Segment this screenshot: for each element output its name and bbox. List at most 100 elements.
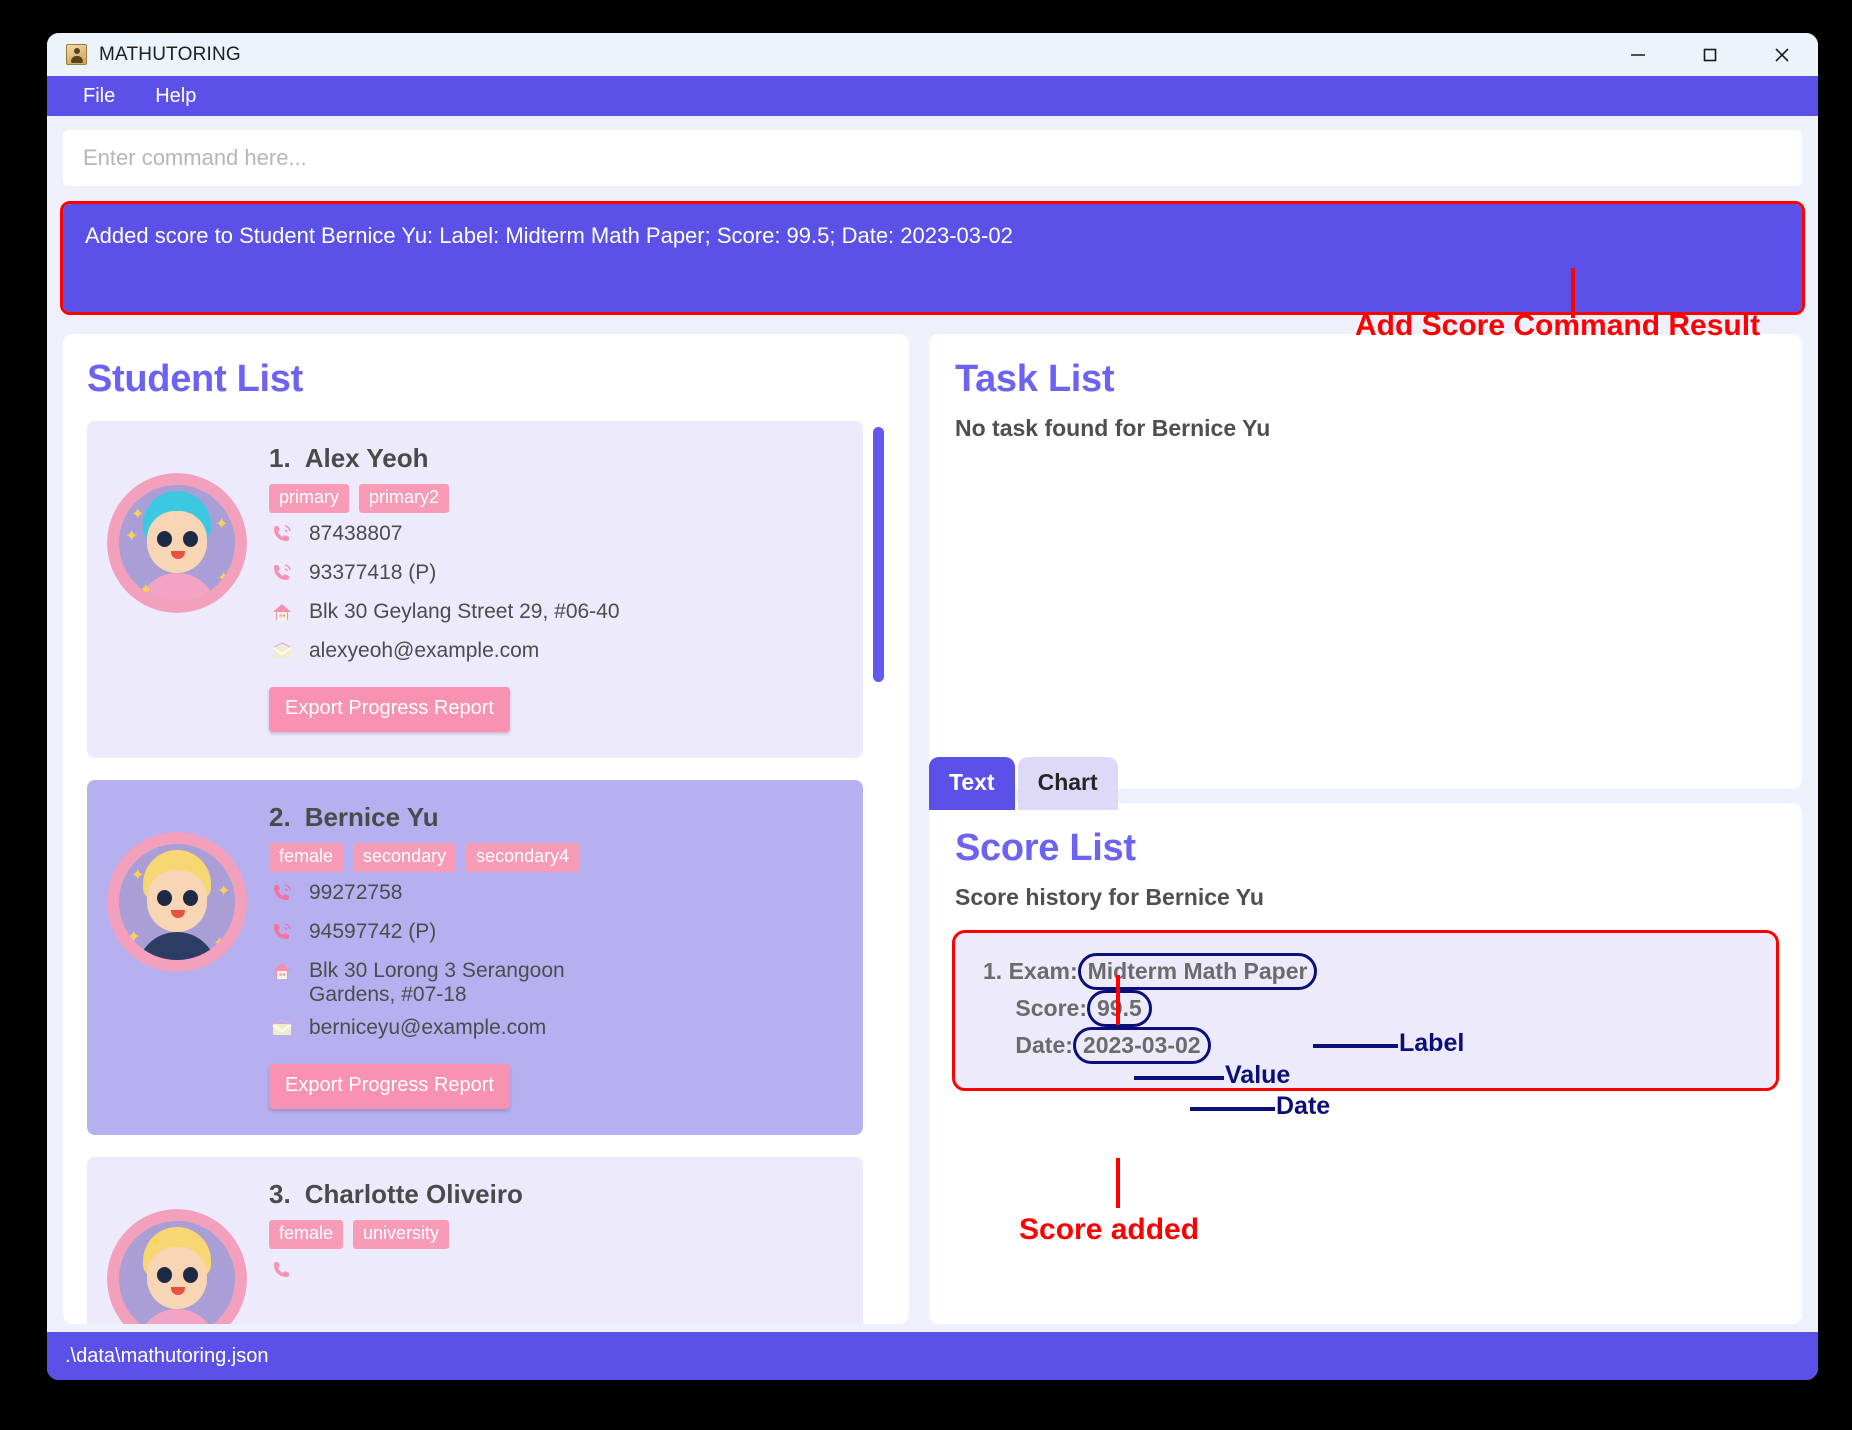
student-phone-row: 87438807 [269,522,843,552]
main-split: Student List ✦ ✦ ✦ ✦ ✦ 1. Alex Yeoh prim… [63,334,1802,1332]
home-icon [269,959,295,989]
tab-text[interactable]: Text [929,757,1015,810]
score-list-title: Score List [955,827,1136,869]
score-exam-value: Midterm Math Paper [1077,953,1318,991]
student-parent-phone: 93377418 (P) [309,561,437,584]
student-name: Charlotte Oliveiro [304,1179,523,1209]
score-exam-label: Exam: [1008,958,1078,984]
annotation-command-result-label: Add Score Command Result [1355,309,1761,342]
student-list-scrollbar[interactable] [871,421,885,1324]
annotation-label-text: Label [1399,1029,1465,1057]
export-progress-report-button[interactable]: Export Progress Report [269,687,510,732]
avatar: ✦ [107,1209,247,1324]
student-tags: primary primary2 [269,484,843,513]
score-entry-index: 1. [983,958,1003,984]
student-index: 2. [269,802,291,832]
score-value-line: Score:99.5 [983,990,1754,1028]
student-address: Blk 30 Lorong 3 Serangoon Gardens, #07-1… [309,959,565,1006]
phone-icon [269,522,295,552]
student-index: 1. [269,443,291,473]
close-button[interactable] [1746,33,1818,76]
student-email: alexyeoh@example.com [309,639,540,662]
annotation-date-text: Date [1276,1092,1331,1120]
menu-item-file[interactable]: File [67,81,131,112]
task-list-empty-message: No task found for Bernice Yu [955,415,1271,441]
student-tag: secondary [353,843,457,872]
student-tag: university [353,1220,450,1249]
student-address-row: Blk 30 Lorong 3 Serangoon Gardens, #07-1… [269,959,843,1007]
avatar: ✦ ✦ ✦ ✦ [107,832,247,972]
annotation-leader-line [1116,975,1120,1025]
score-entry: 1. Exam:Midterm Math Paper Score:99.5 Da [952,929,1779,1092]
student-card[interactable]: ✦ 3. Charlotte Oliveiro female universit… [87,1157,863,1324]
score-date-label: Date: [1015,1032,1073,1059]
student-card[interactable]: ✦ ✦ ✦ ✦ 2. Bernice Yu female secondary s… [87,780,863,1135]
mail-icon [269,1016,295,1046]
score-label: Score: [1015,995,1087,1022]
student-phone: 99272758 [309,881,403,904]
task-list-panel: Task List No task found for Bernice Yu [929,334,1802,789]
student-phone: 87438807 [309,522,403,545]
screenshot-root: MATHUTORING File Help Added score to Stu… [0,0,1852,1430]
maximize-button[interactable] [1674,33,1746,76]
student-index: 3. [269,1179,291,1209]
student-email-row: alexyeoh@example.com [269,639,843,669]
student-list-title: Student List [87,358,303,400]
menu-bar: File Help [47,76,1818,116]
command-input[interactable] [63,130,1802,186]
student-name-row: 2. Bernice Yu [269,802,843,833]
student-tags: female secondary secondary4 [269,843,843,872]
student-parent-phone-row: 94597742 (P) [269,920,843,950]
score-list-subtitle: Score history for Bernice Yu [955,884,1264,910]
task-list-title: Task List [955,358,1115,400]
student-tags: female university [269,1220,843,1249]
student-name-row: 1. Alex Yeoh [269,443,843,474]
app-window: MATHUTORING File Help Added score to Stu… [47,33,1818,1380]
minimize-button[interactable] [1602,33,1674,76]
home-icon [269,600,295,630]
student-phone-row: 99272758 [269,881,843,911]
annotation-connector-value [1134,1076,1224,1080]
student-tag: secondary4 [466,843,580,872]
avatar: ✦ ✦ ✦ ✦ ✦ [107,473,247,613]
annotation-leader-line [1116,1158,1120,1208]
student-parent-phone: 94597742 (P) [309,920,437,943]
score-exam-line: 1. Exam: Midterm Math Paper [983,953,1754,991]
annotation-value-text: Value [1225,1061,1291,1089]
student-list-scroll-area: ✦ ✦ ✦ ✦ ✦ 1. Alex Yeoh primary primary2 … [87,421,885,1324]
student-name-row: 3. Charlotte Oliveiro [269,1179,843,1210]
student-tag: primary2 [359,484,450,513]
student-card[interactable]: ✦ ✦ ✦ ✦ ✦ 1. Alex Yeoh primary primary2 … [87,421,863,758]
annotation-score-added-label: Score added [1019,1213,1200,1246]
menu-item-help[interactable]: Help [139,81,212,112]
student-email: berniceyu@example.com [309,1016,547,1039]
title-bar: MATHUTORING [47,33,1818,76]
command-result-box: Added score to Student Bernice Yu: Label… [60,201,1805,315]
score-list-content: Score List Score history for Bernice Yu … [929,803,1802,1112]
detail-tabstrip: Text Chart [929,757,1118,810]
annotation-connector-label [1313,1044,1398,1048]
student-address: Blk 30 Geylang Street 29, #06-40 [309,600,620,623]
contact-card-icon [66,44,87,65]
scrollbar-thumb[interactable] [873,427,884,682]
student-name: Alex Yeoh [304,443,429,473]
app-title: MATHUTORING [99,43,241,65]
export-progress-report-button[interactable]: Export Progress Report [269,1064,510,1109]
student-tag: female [269,1220,344,1249]
student-address-row: Blk 30 Geylang Street 29, #06-40 [269,600,843,630]
student-tag: primary [269,484,350,513]
student-tag: female [269,843,344,872]
annotation-connector-date [1190,1107,1275,1111]
right-column: Task List No task found for Bernice Yu T… [929,334,1802,1324]
status-bar-path: .\data\mathutoring.json [65,1344,269,1367]
student-name: Bernice Yu [304,802,439,832]
score-date-value: 2023-03-02 [1072,1027,1211,1065]
phone-icon [269,561,295,591]
status-bar: .\data\mathutoring.json [47,1332,1818,1380]
body-area: Added score to Student Bernice Yu: Label… [47,116,1818,1332]
phone-icon [269,881,295,911]
student-email-row: berniceyu@example.com [269,1016,843,1046]
tab-chart[interactable]: Chart [1017,757,1118,810]
phone-icon [269,920,295,950]
window-controls [1602,33,1818,76]
